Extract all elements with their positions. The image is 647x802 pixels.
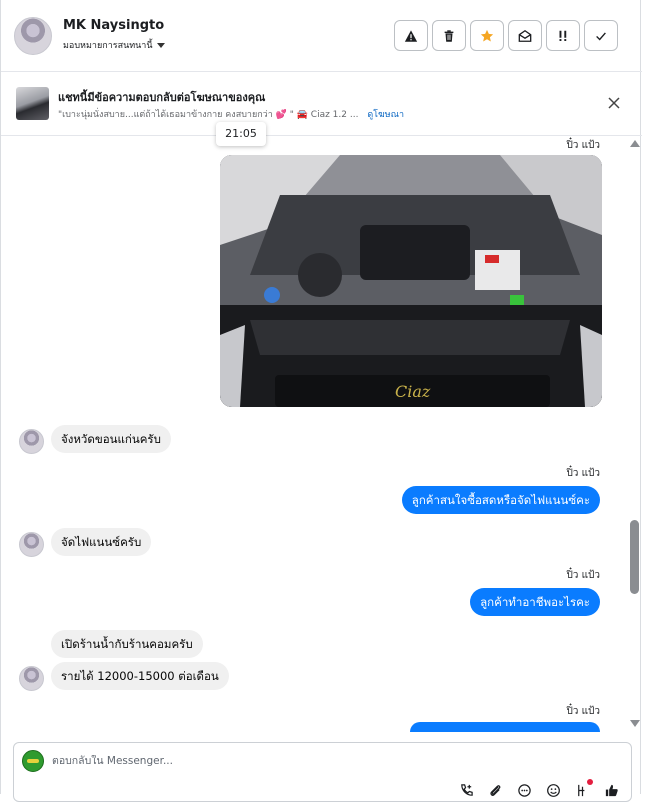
ad-thumbnail[interactable] [16,87,49,120]
follow-up-button[interactable] [546,20,580,51]
incoming-message[interactable]: จังหวัดขอนแก่นครับ [51,425,171,453]
caret-down-icon [156,42,165,48]
conversation-panel: MK Naysingto มอบหมายการสนทนานี้ แชทนี้มี… [0,0,642,802]
contact-avatar-small [19,429,44,454]
incoming-message[interactable]: เปิดร้านน้ำกับร้านคอมครับ [51,630,203,658]
sender-label: ปิ๋ว แป้ว [566,140,600,151]
contact-avatar[interactable] [14,17,52,55]
paperclip-icon [490,785,501,796]
outgoing-message-partial[interactable] [410,722,600,732]
assign-conversation-dropdown[interactable]: มอบหมายการสนทนานี้ [63,38,165,52]
ad-banner-title: แชทนี้มีข้อความตอบกลับต่อโฆษณาของคุณ [58,91,266,104]
ad-snippet: "เบาะนุ่มนั่งสบาย...แต่ถ้าได้เธอมาข้างกา… [58,110,359,120]
conversation-toolbar [394,20,618,51]
page-avatar [22,750,44,772]
trash-icon [444,29,454,42]
ad-snippet-row: "เบาะนุ่มนั่งสบาย...แต่ถ้าได้เธอมาข้างกา… [58,107,404,121]
car-engine-image: Ciaz [220,155,602,407]
labels-button[interactable] [573,779,593,800]
call-button[interactable] [457,781,476,800]
notification-dot [587,779,593,785]
assign-label: มอบหมายการสนทนานี้ [63,41,153,51]
mark-unread-button[interactable] [508,20,542,51]
report-spam-button[interactable] [394,20,428,51]
like-button[interactable] [602,781,621,800]
sender-label: ปิ๋ว แป้ว [566,468,600,479]
scroll-up-arrow[interactable] [630,140,640,147]
saved-replies-button[interactable] [515,781,534,800]
conversation-header: MK Naysingto มอบหมายการสนทนานี้ [1,0,642,72]
thumbs-up-icon [605,784,618,797]
incoming-message[interactable]: จัดไฟแนนซ์ครับ [51,528,152,556]
composer-tools [457,779,621,800]
ad-reply-banner: แชทนี้มีข้อความตอบกลับต่อโฆษณาของคุณ "เบ… [1,72,642,136]
warning-icon [404,29,418,42]
mark-done-button[interactable] [584,20,618,51]
attach-button[interactable] [486,781,505,800]
view-ad-link[interactable]: ดูโฆษณา [367,110,404,120]
reply-composer [13,742,632,802]
sender-label: ปิ๋ว แป้ว [566,706,600,717]
reply-input[interactable] [52,755,452,767]
contact-avatar-small [19,666,44,691]
incoming-message[interactable]: รายได้ 12000-15000 ต่อเดือน [51,662,229,690]
contact-name[interactable]: MK Naysingto [63,18,164,33]
star-icon [480,29,494,42]
close-banner-button[interactable] [608,94,620,113]
phone-plus-icon [461,784,473,796]
emoji-button[interactable] [544,781,563,800]
check-icon [596,31,606,41]
tag-icon [578,784,585,797]
car-badge-text: Ciaz [395,382,431,401]
delete-button[interactable] [432,20,466,51]
chat-bubble-icon [518,784,531,797]
outgoing-message[interactable]: ลูกค้าสนใจซื้อสดหรือจัดไฟแนนซ์คะ [401,486,600,514]
emoji-icon [547,784,560,797]
close-icon [608,97,620,109]
message-photo[interactable]: Ciaz [220,155,602,407]
sender-label: ปิ๋ว แป้ว [566,570,600,581]
timestamp-tooltip: 21:05 [216,122,266,146]
mark-unread-icon [518,29,532,42]
contact-avatar-small [19,532,44,557]
outgoing-message[interactable]: ลูกค้าทำอาชีพอะไรคะ [470,588,600,616]
star-button[interactable] [470,20,504,51]
scrollbar-thumb[interactable] [630,520,639,594]
scroll-down-arrow[interactable] [630,720,640,727]
follow-up-icon [559,30,567,41]
